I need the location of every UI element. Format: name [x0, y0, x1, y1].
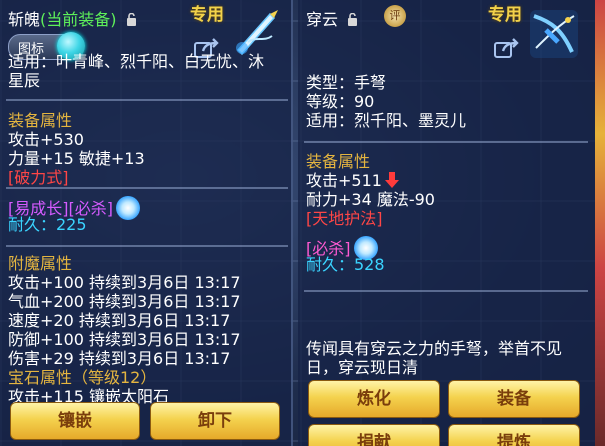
lock-icon[interactable] — [347, 13, 358, 26]
swirl-icon — [115, 196, 140, 220]
enchant-line: 伤害+29 持续到3月6日 13:17 — [8, 349, 231, 368]
lock-icon[interactable] — [126, 13, 137, 26]
refine-button[interactable]: 炼化 — [308, 380, 440, 418]
growth-tags: [易成长][必杀] — [8, 196, 140, 220]
rating-badge-icon[interactable]: 评 — [384, 5, 406, 27]
enchant-line: 攻击+100 持续到3月6日 13:17 — [8, 273, 241, 292]
crossbow-item-icon — [530, 10, 578, 58]
special-skill: [破力式] — [8, 168, 69, 187]
usable-by: 适用：烈千阳、墨灵儿 — [306, 111, 467, 130]
kill-tag-row: [必杀] — [306, 236, 385, 260]
item-name: 斩魄 — [8, 10, 41, 29]
enchant-line: 速度+20 持续到3月6日 13:17 — [8, 311, 231, 330]
kill-block: [必杀] 耐久：528 — [306, 236, 385, 274]
usable-by: 适用：叶青峰、烈千阳、白无忧、沐 星辰 — [8, 52, 264, 90]
unequip-button[interactable]: 卸下 — [150, 402, 280, 440]
attack-stat-row: 攻击+511 — [306, 171, 435, 190]
upgrade-button[interactable]: 提炼 — [448, 424, 580, 446]
extra-stats: 耐力+34 魔法-90 — [306, 190, 435, 209]
inlay-button[interactable]: 镶嵌 — [10, 402, 140, 440]
extra-stats: 力量+15 敏捷+13 — [8, 149, 145, 168]
donate-button[interactable]: 捐献 — [308, 424, 440, 446]
attributes: 装备属性 攻击+530 力量+15 敏捷+13 [破力式] — [8, 111, 145, 187]
down-arrow-icon — [384, 172, 399, 188]
attr-title: 装备属性 — [306, 152, 371, 171]
usable-line-2: 星辰 — [8, 71, 41, 90]
sword-item-icon — [236, 10, 278, 56]
durability: 耐久：528 — [306, 255, 385, 274]
exclusive-label: 专用 — [190, 5, 224, 25]
attack-stat: 攻击+530 — [8, 130, 84, 149]
item-title: 穿云 — [306, 6, 358, 30]
description: 传闻具有穿云之力的手弩，举首不见 日，穿云现日清 — [306, 339, 562, 377]
compare-item-panel: 穿云 评 专用 类型：手弩 等级：90 适用：烈千阳、墨灵儿 装备属性 攻击+5… — [298, 0, 595, 446]
side-strip — [595, 0, 605, 446]
special-skill: [天地护法] — [306, 209, 383, 228]
equipped-tag: (当前装备) — [40, 10, 117, 29]
desc-line-2: 日，穿云现日清 — [306, 358, 419, 377]
equipped-item-panel: 斩魄(当前装备) 专用 图标 适用：叶青峰、烈千阳、白无忧、沐 星辰 装备属性 … — [0, 0, 293, 446]
desc-line-1: 传闻具有穿云之力的手弩，举首不见 — [306, 339, 563, 358]
attack-stat: 攻击+511 — [306, 171, 382, 190]
exclusive-label: 专用 — [488, 5, 522, 25]
item-name: 穿云 — [306, 10, 339, 29]
enchant-line: 气血+200 持续到3月6日 13:17 — [8, 292, 241, 311]
divider — [304, 290, 588, 292]
divider — [6, 99, 288, 101]
divider — [6, 245, 288, 247]
enchant-line: 防御+100 持续到3月6日 13:17 — [8, 330, 241, 349]
divider — [6, 187, 288, 189]
usable-line-1: 适用：叶青峰、烈千阳、白无忧、沐 — [8, 52, 265, 71]
item-title: 斩魄(当前装备) — [8, 6, 137, 30]
divider — [304, 141, 588, 143]
enchant-title: 附魔属性 — [8, 254, 73, 273]
enchant-block: 附魔属性 攻击+100 持续到3月6日 13:17 气血+200 持续到3月6日… — [8, 254, 241, 406]
item-info: 类型：手弩 等级：90 适用：烈千阳、墨灵儿 — [306, 73, 466, 130]
attributes: 装备属性 攻击+511 耐力+34 魔法-90 [天地护法] — [306, 152, 435, 228]
share-icon[interactable] — [494, 38, 520, 58]
gem-title: 宝石属性（等级12） — [8, 368, 157, 387]
attr-title: 装备属性 — [8, 111, 73, 130]
item-type: 类型：手弩 — [306, 73, 387, 92]
equip-button[interactable]: 装备 — [448, 380, 580, 418]
item-level: 等级：90 — [306, 92, 375, 111]
growth-block: [易成长][必杀] 耐久：225 — [8, 196, 140, 234]
